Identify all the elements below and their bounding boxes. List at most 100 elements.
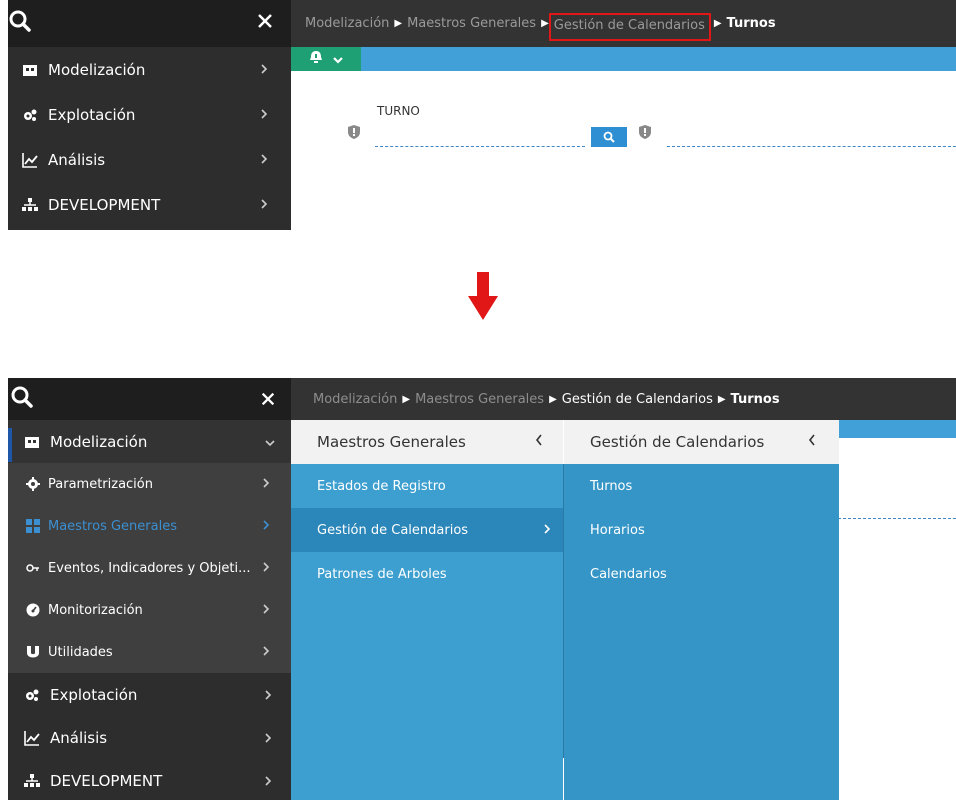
line-chart-icon [22, 152, 38, 168]
chevron-right-icon [262, 519, 270, 535]
menu-item-label: Gestión de Calendarios [317, 522, 469, 538]
breadcrumb-separator-icon: ▶ [394, 18, 403, 29]
submenu-item-parametrizacion[interactable]: Parametrización [8, 463, 291, 505]
breadcrumb-separator-icon: ▶ [541, 18, 549, 29]
sitemap-icon [22, 197, 38, 213]
gauge-icon [26, 603, 40, 617]
breadcrumb-separator-icon: ▶ [402, 393, 411, 405]
close-icon[interactable] [260, 391, 276, 411]
chevron-right-icon [260, 106, 268, 124]
toolbar [291, 47, 956, 71]
sidebar-item-development[interactable]: DEVELOPMENT [8, 182, 291, 227]
gears-icon [22, 107, 38, 123]
turno-label: TURNO [377, 104, 420, 118]
menu-item-horarios[interactable]: Horarios [564, 508, 839, 552]
breadcrumb-item-gestion-highlighted[interactable]: Gestión de Calendarios [548, 12, 711, 41]
submenu-item-monitorizacion[interactable]: Monitorización [8, 589, 291, 631]
grid-icon [26, 519, 40, 533]
flyout-panel-gestion-de-calendarios: Gestión de Calendarios Turnos Horarios C… [564, 420, 839, 800]
submenu-item-label: Parametrización [48, 476, 153, 492]
chevron-right-icon [264, 730, 272, 748]
sidebar-item-label: Análisis [48, 150, 106, 169]
gears-icon [24, 687, 40, 703]
chevron-left-icon[interactable] [534, 433, 544, 451]
sidebar-item-modelizacion[interactable]: Modelización [8, 47, 291, 92]
submenu-item-utilidades[interactable]: Utilidades [8, 631, 291, 673]
submenu-item-label: Monitorización [48, 602, 143, 618]
sidebar-item-explotacion[interactable]: Explotación [8, 92, 291, 137]
sidebar-item-label: DEVELOPMENT [48, 195, 161, 214]
breadcrumb-separator-icon: ▶ [717, 393, 726, 405]
search-icon[interactable] [10, 385, 34, 413]
breadcrumb-item-maestros[interactable]: Maestros Generales [415, 392, 544, 407]
chevron-right-icon [260, 151, 268, 169]
breadcrumb-current: Turnos [726, 16, 776, 31]
menu-item-patrones-de-arboles[interactable]: Patrones de Arboles [291, 552, 563, 596]
gear-icon [26, 477, 40, 491]
sidebar-item-analisis[interactable]: Análisis [8, 137, 291, 182]
toolbar-strip [839, 420, 956, 438]
panel-header: Maestros Generales [291, 420, 563, 464]
chevron-right-icon [264, 773, 272, 791]
main-area: Modelización ▶ Maestros Generales ▶ Gest… [291, 378, 956, 800]
turno-description-input[interactable] [838, 518, 956, 519]
breadcrumb-item-maestros[interactable]: Maestros Generales [407, 16, 536, 31]
sidebar-item-label: DEVELOPMENT [50, 771, 163, 790]
breadcrumb-item-modelizacion[interactable]: Modelización [313, 392, 397, 407]
down-arrow-icon [468, 272, 498, 326]
panel-title: Gestión de Calendarios [590, 433, 765, 451]
panel-title: Maestros Generales [317, 433, 466, 451]
sidebar-item-development[interactable]: DEVELOPMENT [8, 759, 291, 800]
menu-item-calendarios[interactable]: Calendarios [564, 552, 839, 596]
line-chart-icon [24, 730, 40, 746]
breadcrumb-separator-icon: ▶ [713, 18, 722, 29]
before-screenshot: Modelización Explotación Análisis DEVELO… [8, 0, 956, 230]
submenu-item-label: Utilidades [48, 644, 113, 660]
sidebar-search-row [8, 0, 291, 47]
submenu-item-maestros-generales[interactable]: Maestros Generales [8, 505, 291, 547]
chevron-down-icon [332, 50, 344, 69]
menu-item-label: Estados de Registro [317, 478, 446, 494]
menu-item-turnos[interactable]: Turnos [564, 464, 839, 508]
submenu-item-label: Eventos, Indicadores y Objeti... [48, 560, 251, 576]
menu-item-label: Calendarios [590, 566, 667, 582]
sidebar: Modelización Parametrización Maestros Ge… [8, 378, 291, 800]
left-edge-accent [8, 428, 12, 462]
menu-item-label: Turnos [590, 478, 633, 494]
dashboard-icon [22, 62, 38, 78]
main-area: Modelización ▶ Maestros Generales ▶ Gest… [291, 0, 956, 230]
lookup-search-button[interactable] [591, 127, 627, 147]
chevron-right-icon [262, 477, 270, 493]
submenu-item-eventos[interactable]: Eventos, Indicadores y Objeti... [8, 547, 291, 589]
search-icon[interactable] [8, 9, 32, 37]
breadcrumb-item-gestion[interactable]: Gestión de Calendarios [562, 392, 713, 407]
chevron-right-icon [262, 645, 270, 661]
chevron-right-icon [264, 687, 272, 705]
after-screenshot: Modelización Parametrización Maestros Ge… [8, 378, 956, 800]
sidebar-item-modelizacion[interactable]: Modelización [8, 420, 291, 463]
sidebar-item-explotacion[interactable]: Explotación [8, 673, 291, 716]
menu-item-gestion-de-calendarios[interactable]: Gestión de Calendarios [291, 508, 563, 552]
sidebar-item-label: Análisis [50, 728, 108, 747]
turno-code-input[interactable] [375, 146, 585, 147]
sidebar-item-label: Explotación [48, 105, 136, 124]
chevron-right-icon [260, 196, 268, 214]
actions-dropdown-button[interactable] [291, 47, 361, 71]
chevron-right-icon [260, 61, 268, 79]
menu-item-label: Horarios [590, 522, 645, 538]
sidebar-item-label: Explotación [50, 685, 138, 704]
panel-header: Gestión de Calendarios [564, 420, 839, 464]
chevron-left-icon[interactable] [807, 433, 817, 451]
sidebar-item-analisis[interactable]: Análisis [8, 716, 291, 759]
key-icon [26, 561, 40, 575]
close-icon[interactable] [256, 12, 274, 34]
menu-item-estados-de-registro[interactable]: Estados de Registro [291, 464, 563, 508]
breadcrumb: Modelización ▶ Maestros Generales ▶ Gest… [291, 378, 956, 420]
turno-description-input[interactable] [667, 146, 956, 147]
breadcrumb-current: Turnos [730, 391, 780, 407]
shield-icon [638, 124, 652, 144]
flyout-panel-maestros-generales: Maestros Generales Estados de Registro G… [291, 420, 563, 800]
menu-item-label: Patrones de Arboles [317, 566, 447, 582]
breadcrumb-item-modelizacion[interactable]: Modelización [305, 16, 389, 31]
magnet-icon [26, 645, 40, 659]
